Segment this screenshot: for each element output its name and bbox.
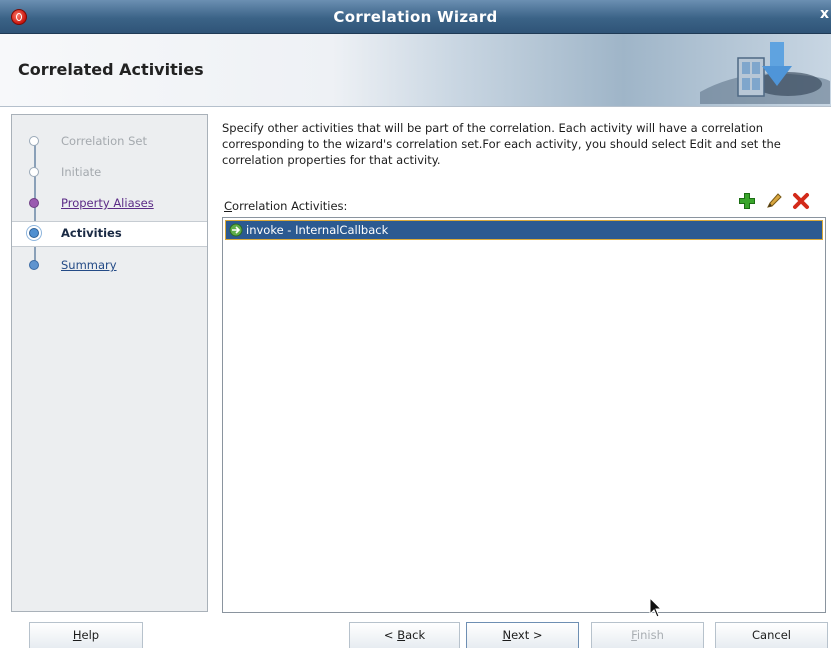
step-label: Activities bbox=[61, 226, 122, 240]
next-button[interactable]: Next > bbox=[466, 622, 579, 648]
step-property-aliases[interactable]: Property Aliases bbox=[12, 192, 207, 216]
list-item[interactable]: invoke - InternalCallback bbox=[225, 220, 823, 240]
step-done-icon bbox=[29, 167, 39, 177]
window-title: Correlation Wizard bbox=[333, 8, 498, 26]
add-icon[interactable] bbox=[738, 192, 756, 210]
back-button[interactable]: < Back bbox=[349, 622, 460, 648]
step-label[interactable]: Property Aliases bbox=[61, 196, 154, 210]
edit-icon[interactable] bbox=[765, 192, 783, 210]
instructions-text: Specify other activities that will be pa… bbox=[222, 121, 781, 167]
activities-list[interactable]: invoke - InternalCallback bbox=[222, 217, 826, 613]
wizard-banner-icon bbox=[700, 42, 830, 104]
step-label: Initiate bbox=[61, 165, 102, 179]
step-done-icon bbox=[29, 136, 39, 146]
delete-icon[interactable] bbox=[792, 192, 810, 210]
help-button[interactable]: Help bbox=[29, 622, 143, 648]
step-initiate: Initiate bbox=[12, 161, 207, 185]
step-label[interactable]: Summary bbox=[61, 258, 117, 272]
mnemonic-char: C bbox=[224, 199, 233, 213]
mnemonic-char: B bbox=[397, 628, 406, 642]
cancel-button[interactable]: Cancel bbox=[715, 622, 828, 648]
correlation-activities-label: Correlation Activities: bbox=[224, 199, 347, 213]
button-prefix: < bbox=[383, 628, 398, 642]
list-toolbar bbox=[738, 191, 810, 211]
button-label: ext > bbox=[511, 628, 543, 642]
invoke-icon bbox=[229, 223, 243, 237]
step-label: Correlation Set bbox=[61, 134, 147, 148]
step-current-icon bbox=[29, 228, 39, 238]
mnemonic-char: H bbox=[72, 628, 82, 642]
finish-button[interactable]: Finish bbox=[591, 622, 704, 648]
step-summary[interactable]: Summary bbox=[12, 254, 207, 278]
button-label: inish bbox=[636, 628, 664, 642]
label-rest: orrelation Activities: bbox=[232, 199, 348, 213]
close-icon[interactable]: x bbox=[820, 6, 829, 22]
wizard-steps-panel: Correlation Set Initiate Property Aliase… bbox=[11, 114, 208, 612]
page-title: Correlated Activities bbox=[18, 60, 204, 79]
list-item-label: invoke - InternalCallback bbox=[246, 223, 389, 237]
title-bar: Correlation Wizard x bbox=[0, 0, 831, 34]
button-label: elp bbox=[81, 628, 100, 642]
step-next-icon bbox=[29, 260, 39, 270]
mouse-cursor-icon bbox=[649, 597, 662, 618]
step-correlation-set: Correlation Set bbox=[12, 130, 207, 154]
button-label: ack bbox=[405, 628, 426, 642]
wizard-header: Correlated Activities bbox=[0, 34, 831, 107]
mnemonic-char: N bbox=[502, 628, 512, 642]
step-activities: Activities bbox=[12, 221, 207, 247]
step-visited-icon bbox=[29, 198, 39, 208]
